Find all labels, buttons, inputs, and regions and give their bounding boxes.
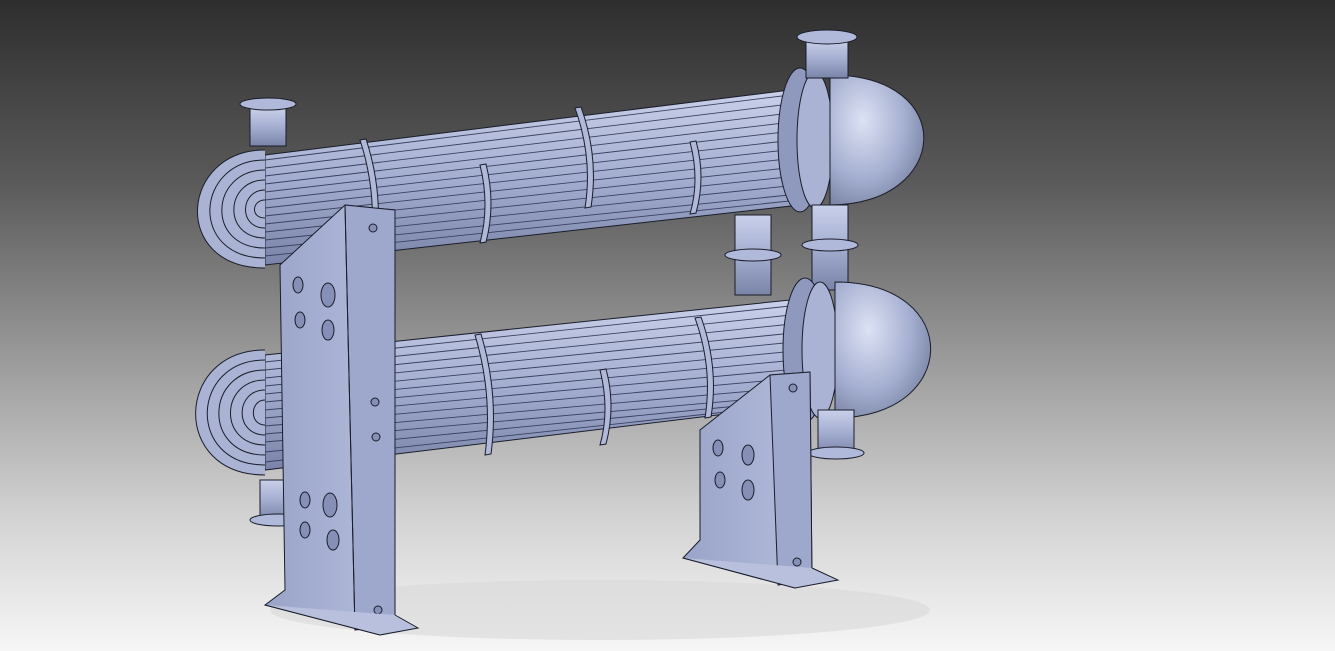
heat-exchanger-model[interactable] (0, 0, 1335, 651)
cad-viewport[interactable] (0, 0, 1335, 651)
left-support[interactable] (263, 204, 420, 636)
interconnect-pipes[interactable] (724, 204, 859, 296)
